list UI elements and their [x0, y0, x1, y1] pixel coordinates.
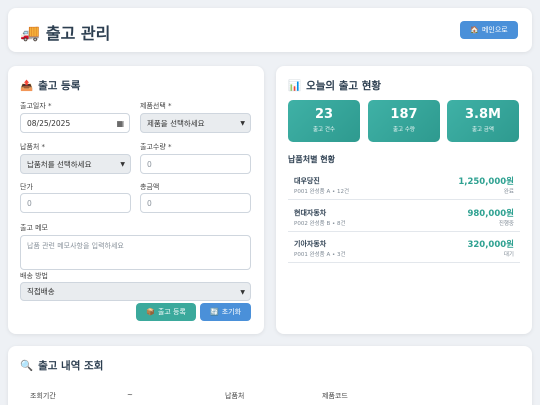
total-placeholder: 0: [147, 198, 152, 208]
list-item: 대우당진 P001 완성품 A • 12건 1,250,000원 완료: [288, 170, 520, 200]
stat-count-label: 출고 건수: [313, 127, 335, 133]
delivery-select[interactable]: 직접배송 ▼: [20, 282, 251, 301]
delivery-label: 배송 방법: [20, 272, 48, 280]
truck-icon: 🚚: [20, 22, 40, 42]
list-item: 기아자동차 P001 완성품 A • 3건 320,000원 대기: [288, 233, 520, 263]
search-customer-label: 납품처: [225, 392, 245, 400]
register-button[interactable]: 📦 출고 등록: [136, 303, 196, 321]
memo-placeholder: 납품 관련 메모사항을 입력하세요: [27, 242, 124, 250]
outbox-icon: 📤: [20, 80, 34, 92]
product-select-value: 제품을 선택하세요: [147, 118, 205, 128]
total-label: 총금액: [140, 183, 160, 191]
period-label: 조회기간: [30, 392, 56, 400]
customer-name: 기아자동차: [294, 240, 327, 248]
stat-quantity: 187 출고 수량: [368, 100, 440, 142]
chevron-down-icon: ▼: [240, 120, 245, 127]
outbound-form-card: 📤 출고 등록 출고일자 * 08/25/2025 ▦ 제품선택 * 제품을 선…: [8, 66, 264, 334]
customer-select-value: 납품처를 선택하세요: [27, 159, 92, 169]
stat-amount: 3.8M 출고 금액: [447, 100, 519, 142]
bar-chart-icon: 📊: [288, 80, 302, 92]
stat-quantity-value: 187: [390, 107, 418, 122]
search-history-card: 🔍 출고 내역 조회 조회기간 ~ 납품처 제품코드: [8, 346, 532, 405]
chevron-down-icon: ▼: [120, 161, 125, 168]
date-value: 08/25/2025: [27, 118, 71, 128]
customer-select[interactable]: 납품처를 선택하세요 ▼: [20, 154, 131, 174]
register-button-label: 출고 등록: [157, 308, 186, 316]
customer-label: 납품처 *: [20, 143, 46, 151]
refresh-icon: 🔄: [209, 308, 219, 316]
customer-name: 대우당진: [294, 177, 320, 185]
today-status-card: 📊 오늘의 출고 현황 23 출고 건수 187 출고 수량 3.8M 출고 금…: [276, 66, 532, 334]
home-button[interactable]: 🏠 메인으로: [460, 21, 518, 39]
list-item: 현대자동차 P002 완성품 B • 8건 980,000원 진행중: [288, 202, 520, 232]
quantity-input[interactable]: 0: [140, 154, 251, 174]
customer-state: 완료: [503, 189, 514, 195]
status-title: 📊 오늘의 출고 현황: [288, 78, 381, 93]
customer-amount: 980,000원: [467, 209, 514, 219]
page-title: 🚚 출고 관리: [20, 20, 110, 44]
header-card: 🚚 출고 관리 🏠 메인으로: [8, 8, 532, 52]
reset-button-label: 초기화: [221, 308, 242, 316]
customer-detail: P001 완성품 A • 12건: [294, 189, 350, 195]
stat-amount-value: 3.8M: [465, 107, 501, 122]
customer-status-title: 납품처별 현황: [288, 155, 335, 164]
memo-label: 출고 메모: [20, 224, 48, 232]
product-label: 제품선택 *: [140, 102, 172, 110]
unit-price-label: 단가: [20, 183, 33, 191]
date-input[interactable]: 08/25/2025 ▦: [20, 113, 130, 133]
customer-name: 현대자동차: [294, 209, 327, 217]
home-button-label: 메인으로: [481, 26, 508, 34]
form-title-text: 출고 등록: [38, 80, 81, 92]
quantity-label: 출고수량 *: [140, 143, 172, 151]
product-select[interactable]: 제품을 선택하세요 ▼: [140, 113, 251, 133]
search-title: 🔍 출고 내역 조회: [20, 358, 103, 373]
customer-amount: 1,250,000원: [458, 177, 514, 187]
unit-price-input[interactable]: 0: [20, 193, 131, 213]
status-title-text: 오늘의 출고 현황: [306, 80, 382, 92]
product-code-label: 제품코드: [322, 392, 348, 400]
date-label: 출고일자 *: [20, 102, 52, 110]
form-title: 📤 출고 등록: [20, 78, 80, 93]
customer-amount: 320,000원: [467, 240, 514, 250]
period-tilde: ~: [127, 391, 133, 399]
calendar-icon[interactable]: ▦: [116, 119, 124, 128]
delivery-select-value: 직접배송: [27, 287, 55, 296]
unit-price-placeholder: 0: [27, 198, 32, 208]
search-icon: 🔍: [20, 360, 34, 372]
stat-quantity-label: 출고 수량: [393, 127, 415, 133]
search-title-text: 출고 내역 조회: [38, 360, 104, 372]
home-icon: 🏠: [470, 26, 479, 34]
box-icon: 📦: [146, 308, 155, 316]
customer-detail: P001 완성품 A • 3건: [294, 252, 346, 258]
stat-count: 23 출고 건수: [288, 100, 360, 142]
total-input[interactable]: 0: [140, 193, 251, 213]
stat-count-value: 23: [314, 107, 334, 122]
chevron-down-icon: ▼: [240, 289, 245, 296]
memo-textarea[interactable]: 납품 관련 메모사항을 입력하세요: [20, 235, 251, 270]
customer-state: 대기: [503, 252, 514, 258]
customer-detail: P002 완성품 B • 8건: [294, 221, 346, 227]
quantity-placeholder: 0: [147, 159, 152, 169]
stat-amount-label: 출고 금액: [472, 127, 494, 133]
customer-state: 진행중: [498, 221, 514, 227]
reset-button[interactable]: 🔄 초기화: [200, 303, 251, 321]
page-title-text: 출고 관리: [45, 24, 111, 43]
